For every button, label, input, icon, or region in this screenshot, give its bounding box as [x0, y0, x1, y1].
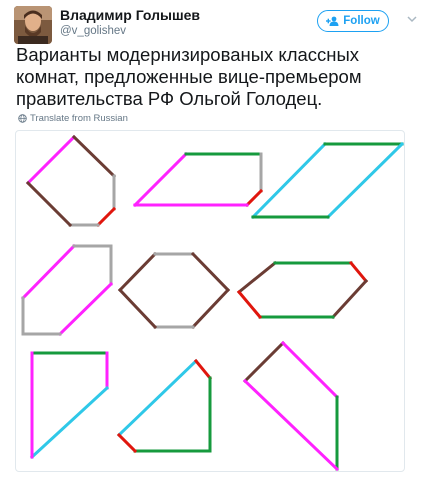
tweet-text: Варианты модернизированых классных комна… — [16, 44, 362, 109]
shape-3 — [250, 141, 404, 220]
translate-link[interactable]: Translate from Russian — [18, 113, 128, 124]
add-user-icon — [326, 16, 339, 26]
shape-7 — [29, 351, 110, 460]
author-info: Владимир Голышев @v_golishev — [60, 7, 200, 38]
shape-4 — [20, 243, 114, 337]
author-handle[interactable]: @v_golishev — [60, 24, 200, 38]
tweet-image[interactable] — [15, 130, 405, 472]
shape-8 — [116, 358, 213, 454]
translate-label: Translate from Russian — [30, 113, 128, 124]
shape-1 — [25, 134, 117, 228]
globe-icon — [18, 114, 27, 123]
shape-2 — [132, 151, 264, 208]
shape-5 — [117, 251, 231, 330]
follow-label: Follow — [343, 15, 380, 27]
chevron-down-icon[interactable] — [405, 12, 419, 26]
avatar[interactable] — [14, 6, 52, 44]
shape-9 — [242, 340, 340, 471]
author-name[interactable]: Владимир Голышев — [60, 7, 200, 24]
shape-6 — [236, 260, 369, 320]
follow-button[interactable]: Follow — [317, 10, 389, 32]
tweet-header: Владимир Голышев @v_golishev Follow — [14, 6, 424, 46]
